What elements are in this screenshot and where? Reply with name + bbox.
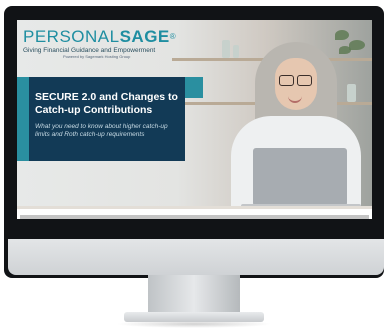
brand-powered-by: Powered by Sagemark Hosting Group	[63, 54, 131, 59]
monitor-bezel: PERSONALSAGE® Giving Financial Guidance …	[4, 6, 384, 278]
disclaimer-strip	[17, 209, 372, 219]
shelf-bottle	[233, 45, 239, 58]
disclaimer-fine-print	[20, 215, 369, 219]
glasses-icon	[279, 75, 294, 86]
laptop	[253, 148, 347, 206]
slide-title: SECURE 2.0 and Changes to Catch-up Contr…	[35, 91, 178, 116]
glasses-icon	[297, 75, 312, 86]
monitor-screen: PERSONALSAGE® Giving Financial Guidance …	[17, 20, 372, 219]
brand-tagline: Giving Financial Guidance and Empowermen…	[23, 47, 156, 54]
shelf-bottle	[347, 84, 356, 102]
slide-subtitle: What you need to know about higher catch…	[35, 123, 168, 138]
accent-band	[17, 77, 29, 161]
monitor-stand	[148, 275, 240, 315]
brand-wordmark: PERSONALSAGE®	[23, 27, 177, 46]
shelf-bottle	[222, 40, 230, 58]
brand-logo: PERSONALSAGE® Giving Financial Guidance …	[23, 27, 177, 60]
accent-band	[185, 77, 203, 98]
title-panel: SECURE 2.0 and Changes to Catch-up Contr…	[29, 77, 185, 161]
plant-leaf	[335, 30, 349, 40]
plant-leaf	[349, 40, 365, 50]
monitor-stand-base	[124, 312, 264, 322]
monitor-chin	[8, 239, 384, 275]
plant-leaf	[339, 46, 351, 54]
